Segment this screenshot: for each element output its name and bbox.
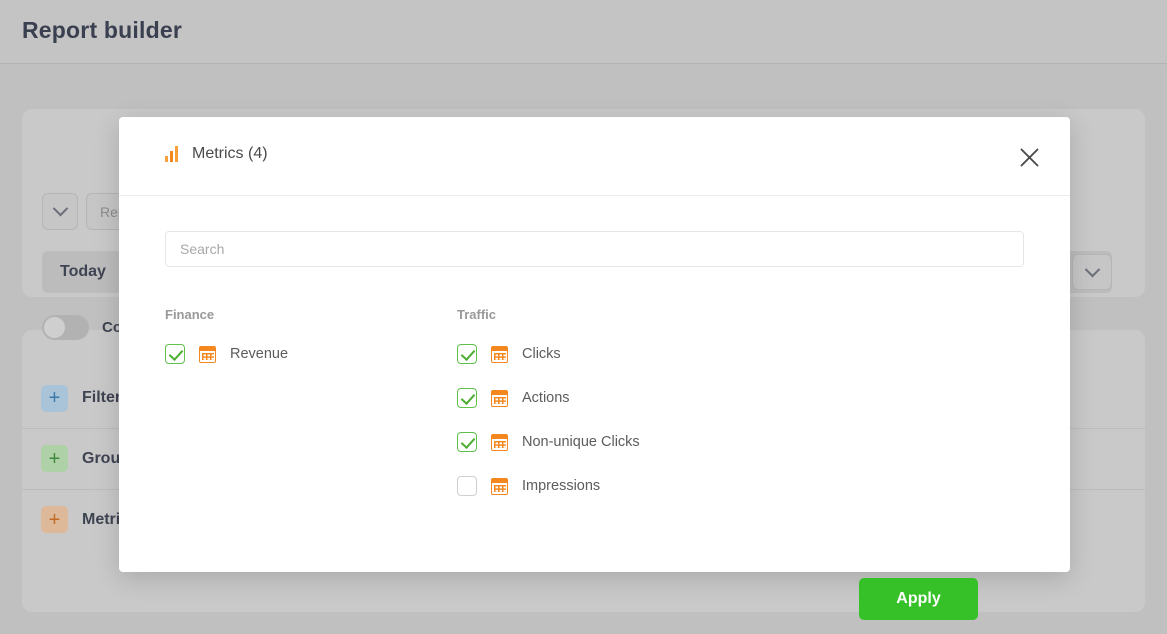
checkbox[interactable] <box>457 432 477 452</box>
metric-label: Non-unique Clicks <box>522 434 640 450</box>
metrics-modal: Metrics (4) Finance Revenue Traffic <box>119 117 1070 620</box>
metric-item-revenue[interactable]: Revenue <box>165 343 457 365</box>
chevron-down-icon <box>1084 261 1100 277</box>
metric-item-impressions[interactable]: Impressions <box>457 475 749 497</box>
metrics-column-traffic: Traffic Clicks Actions Non-unique Clicks <box>457 307 749 519</box>
checkbox[interactable] <box>457 476 477 496</box>
plus-icon[interactable]: + <box>41 506 68 533</box>
column-title: Finance <box>165 307 215 322</box>
metric-label: Impressions <box>522 478 601 494</box>
modal-body: Finance Revenue Traffic Clicks Ac <box>119 196 1070 620</box>
calendar-icon <box>491 345 508 363</box>
calendar-icon <box>491 389 508 407</box>
apply-button[interactable]: Apply <box>859 578 978 620</box>
close-icon[interactable] <box>1010 138 1048 176</box>
plus-icon[interactable]: + <box>41 445 68 472</box>
calendar-icon <box>199 345 216 363</box>
date-range-dropdown[interactable] <box>1072 254 1112 290</box>
date-range-label: Today <box>60 263 106 280</box>
metrics-columns: Finance Revenue Traffic Clicks Actions N… <box>165 307 1024 519</box>
metric-item-non-unique-clicks[interactable]: Non-unique Clicks <box>457 431 749 453</box>
plus-icon[interactable]: + <box>41 384 68 412</box>
top-bar: Report builder <box>0 0 1167 64</box>
metric-item-clicks[interactable]: Clicks <box>457 343 749 365</box>
metric-label: Clicks <box>522 346 561 362</box>
calendar-icon <box>491 477 508 495</box>
modal-title-wrap: Metrics (4) <box>165 145 268 163</box>
modal-footer: Apply <box>165 525 1024 620</box>
checkbox[interactable] <box>457 344 477 364</box>
metric-item-actions[interactable]: Actions <box>457 387 749 409</box>
report-type-dropdown[interactable] <box>42 193 78 230</box>
checkbox[interactable] <box>457 388 477 408</box>
bar-chart-icon <box>165 146 178 162</box>
modal-header: Metrics (4) <box>119 117 1070 196</box>
toggle-knob <box>44 317 65 338</box>
page-title: Report builder <box>22 17 182 43</box>
metric-label: Actions <box>522 390 570 406</box>
modal-title: Metrics (4) <box>192 145 268 162</box>
calendar-icon <box>491 433 508 451</box>
metrics-column-finance: Finance Revenue <box>165 307 457 519</box>
compare-toggle[interactable] <box>42 315 89 340</box>
checkbox[interactable] <box>165 344 185 364</box>
search-input[interactable] <box>165 231 1024 267</box>
chevron-down-icon <box>52 200 68 217</box>
metric-label: Revenue <box>230 346 289 362</box>
column-title: Traffic <box>457 307 497 322</box>
